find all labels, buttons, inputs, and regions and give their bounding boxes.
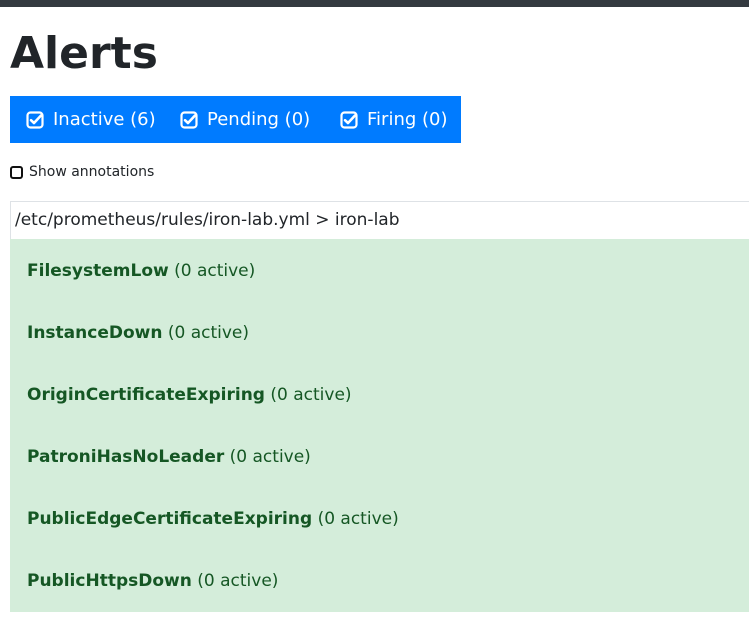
rule-name: PublicEdgeCertificateExpiring [27,509,313,529]
navbar [0,0,749,7]
show-annotations-toggle[interactable]: Show annotations [10,164,154,180]
rule-item[interactable]: PublicHttpsDown (0 active) [27,571,278,591]
rule-name: PublicHttpsDown [27,571,192,591]
filter-firing-button[interactable]: Firing (0) [325,96,461,143]
filter-pending-button[interactable]: Pending (0) [165,96,325,143]
rule-name: FilesystemLow [27,261,169,281]
show-annotations-checkbox[interactable] [10,165,23,179]
rule-name: OriginCertificateExpiring [27,385,265,405]
rule-list: FilesystemLow (0 active) InstanceDown (0… [10,239,749,612]
rule-item[interactable]: FilesystemLow (0 active) [27,261,255,281]
check-square-icon [180,110,198,129]
filter-pending-label: Pending (0) [207,109,311,130]
rule-active-count: (0 active) [229,447,311,467]
rule-item[interactable]: OriginCertificateExpiring (0 active) [27,385,352,405]
rule-active-count: (0 active) [167,323,250,343]
filter-inactive-button[interactable]: Inactive (6) [10,96,165,143]
filter-firing-label: Firing (0) [367,109,448,130]
rule-item[interactable]: PatroniHasNoLeader (0 active) [27,447,311,467]
rule-group-header: /etc/prometheus/rules/iron-lab.yml > iro… [10,201,749,239]
rule-name: InstanceDown [27,323,163,343]
rule-active-count: (0 active) [174,261,256,281]
rule-active-count: (0 active) [270,385,352,405]
rule-name: PatroniHasNoLeader [27,447,225,467]
alert-state-filter-group: Inactive (6) Pending (0) Firing (0) [10,96,461,143]
show-annotations-label: Show annotations [29,164,155,180]
rule-active-count: (0 active) [197,571,279,591]
page-title: Alerts [10,28,158,79]
check-square-icon [340,110,358,129]
filter-inactive-label: Inactive (6) [53,109,156,130]
rule-item[interactable]: PublicEdgeCertificateExpiring (0 active) [27,509,399,529]
rule-active-count: (0 active) [317,509,399,529]
check-square-icon [26,110,44,129]
rule-item[interactable]: InstanceDown (0 active) [27,323,249,343]
